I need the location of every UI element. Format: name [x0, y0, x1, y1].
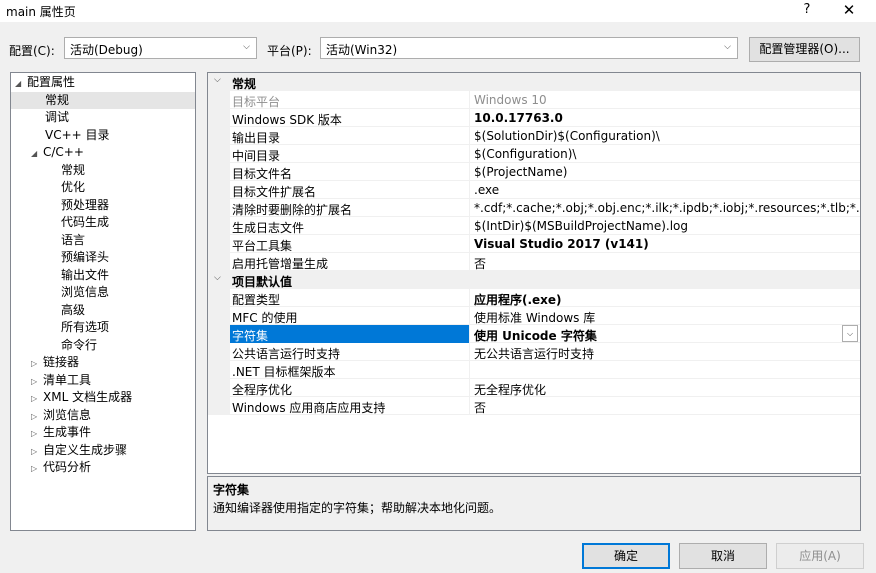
tree-item-config-properties[interactable]: ◢ 配置属性: [15, 74, 75, 91]
description-text: 通知编译器使用指定的字符集；帮助解决本地化问题。: [213, 501, 502, 515]
property-tree[interactable]: ◢ 配置属性 常规 调试 VC++ 目录 ◢ C/C++ 常规 优化 预处理器 代码…: [10, 72, 196, 531]
tree-item-cpp-browse-info[interactable]: 浏览信息: [61, 284, 109, 301]
chevron-down-icon: ⌵: [243, 42, 250, 52]
property-row-target-ext[interactable]: 目标文件扩展名 .exe: [208, 181, 860, 199]
property-row-clean-extensions[interactable]: 清除时要删除的扩展名 *.cdf;*.cache;*.obj;*.obj.enc;…: [208, 199, 860, 217]
property-row-whole-program-opt[interactable]: 全程序优化 无全程序优化: [208, 379, 860, 397]
collapsed-triangle-icon[interactable]: ▷: [31, 443, 43, 460]
tree-item-manifest-tool[interactable]: ▷ 清单工具: [31, 372, 91, 389]
category-project-defaults[interactable]: ⌵ 项目默认值: [208, 271, 860, 289]
category-general[interactable]: ⌵ 常规: [208, 73, 860, 91]
property-row-output-dir[interactable]: 输出目录 $(SolutionDir)$(Configuration)\: [208, 127, 860, 145]
tree-item-cpp[interactable]: ◢ C/C++: [31, 144, 84, 161]
property-row-platform-toolset[interactable]: 平台工具集 Visual Studio 2017 (v141): [208, 235, 860, 253]
tree-item-linker[interactable]: ▷ 链接器: [31, 354, 79, 371]
collapsed-triangle-icon[interactable]: ▷: [31, 355, 43, 372]
platform-label: 平台(P):: [267, 44, 312, 58]
title-bar: main 属性页 ? ✕: [0, 0, 876, 22]
tree-item-xml-doc-generator[interactable]: ▷ XML 文档生成器: [31, 389, 132, 406]
tree-item-build-events[interactable]: ▷ 生成事件: [31, 424, 91, 441]
close-icon[interactable]: ✕: [836, 1, 862, 19]
property-row-store-app-support[interactable]: Windows 应用商店应用支持否: [208, 397, 860, 415]
config-select-value: 活动(Debug): [70, 43, 143, 57]
property-row-intermediate-dir[interactable]: 中间目录 $(Configuration)\: [208, 145, 860, 163]
tree-item-cpp-command-line[interactable]: 命令行: [61, 337, 97, 354]
collapsed-triangle-icon[interactable]: ▷: [31, 460, 43, 477]
expanded-triangle-icon[interactable]: ◢: [31, 145, 43, 162]
collapsed-triangle-icon[interactable]: ▷: [31, 425, 43, 442]
help-button[interactable]: ?: [796, 1, 818, 19]
platform-select-value: 活动(Win32): [326, 43, 398, 57]
apply-button[interactable]: 应用(A): [776, 543, 864, 569]
cancel-button[interactable]: 取消: [679, 543, 767, 569]
collapsed-triangle-icon[interactable]: ▷: [31, 408, 43, 425]
config-manager-button[interactable]: 配置管理器(O)...: [749, 37, 860, 62]
category-collapse-icon[interactable]: ⌵: [214, 75, 221, 85]
property-row-character-set[interactable]: 字符集 使用 Unicode 字符集 ⌵: [208, 325, 860, 343]
tree-item-vc-directories[interactable]: VC++ 目录: [45, 127, 110, 144]
property-row-sdk-version[interactable]: Windows SDK 版本 10.0.17763.0: [208, 109, 860, 127]
tree-item-custom-build-step[interactable]: ▷ 自定义生成步骤: [31, 442, 127, 459]
category-collapse-icon[interactable]: ⌵: [214, 273, 221, 283]
ok-button[interactable]: 确定: [582, 543, 670, 569]
character-set-value[interactable]: 使用 Unicode 字符集: [474, 327, 597, 344]
description-title: 字符集: [213, 483, 250, 497]
tree-item-cpp-preprocessor[interactable]: 预处理器: [61, 197, 109, 214]
chevron-down-icon[interactable]: ⌵: [842, 325, 858, 342]
window-title: main 属性页: [6, 5, 76, 19]
collapsed-triangle-icon[interactable]: ▷: [31, 390, 43, 407]
tree-item-cpp-general[interactable]: 常规: [61, 162, 85, 179]
platform-select[interactable]: 活动(Win32) ⌵: [320, 37, 738, 59]
tree-item-browse-info[interactable]: ▷ 浏览信息: [31, 407, 91, 424]
tree-item-cpp-advanced[interactable]: 高级: [61, 302, 85, 319]
property-row-managed-incremental[interactable]: 启用托管增量生成否: [208, 253, 860, 271]
chevron-down-icon: ⌵: [724, 42, 731, 52]
tree-item-cpp-precompiled-headers[interactable]: 预编译头: [61, 249, 109, 266]
property-row-target-name[interactable]: 目标文件名 $(ProjectName): [208, 163, 860, 181]
collapsed-triangle-icon[interactable]: ▷: [31, 373, 43, 390]
property-row-mfc-use[interactable]: MFC 的使用 使用标准 Windows 库: [208, 307, 860, 325]
config-label: 配置(C):: [9, 44, 55, 58]
property-row-clr-support[interactable]: 公共语言运行时支持 无公共语言运行时支持: [208, 343, 860, 361]
tree-item-cpp-all-options[interactable]: 所有选项: [61, 319, 109, 336]
tree-item-cpp-codegen[interactable]: 代码生成: [61, 214, 109, 231]
tree-item-debugging[interactable]: 调试: [45, 109, 69, 126]
tree-item-code-analysis[interactable]: ▷ 代码分析: [31, 459, 91, 476]
description-panel: 字符集 通知编译器使用指定的字符集；帮助解决本地化问题。: [207, 476, 861, 531]
property-row-target-platform[interactable]: 目标平台 Windows 10: [208, 91, 860, 109]
config-select[interactable]: 活动(Debug) ⌵: [64, 37, 257, 59]
expanded-triangle-icon[interactable]: ◢: [15, 75, 27, 92]
property-grid[interactable]: ⌵ 常规 目标平台 Windows 10 Windows SDK 版本 10.0.1…: [207, 72, 861, 474]
property-row-configuration-type[interactable]: 配置类型 应用程序(.exe): [208, 289, 860, 307]
tree-item-cpp-optimization[interactable]: 优化: [61, 179, 85, 196]
tree-item-general[interactable]: 常规: [11, 92, 195, 109]
tree-item-cpp-language[interactable]: 语言: [61, 232, 85, 249]
property-row-dotnet-framework[interactable]: .NET 目标框架版本: [208, 361, 860, 379]
property-row-build-log[interactable]: 生成日志文件 $(IntDir)$(MSBuildProjectName).log: [208, 217, 860, 235]
tree-item-cpp-output-files[interactable]: 输出文件: [61, 267, 109, 284]
